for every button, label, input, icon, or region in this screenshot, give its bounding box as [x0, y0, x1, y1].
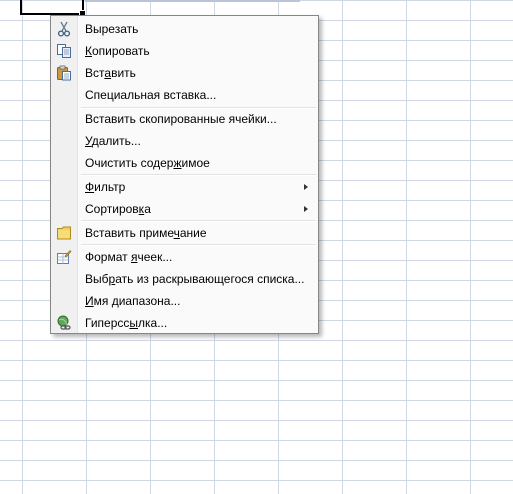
copy-icon	[55, 43, 73, 59]
menu-item-clear-contents-label: Очистить содержимое	[85, 156, 210, 170]
menu-item-filter[interactable]: Фильтр	[53, 176, 316, 198]
menu-item-filter-label: Фильтр	[85, 180, 126, 194]
format-cells-icon	[55, 249, 73, 265]
menu-item-paste[interactable]: Вставить	[53, 62, 316, 84]
menu-item-insert-copied-cells-label: Вставить скопированные ячейки...	[85, 112, 277, 126]
menu-item-pick-from-list[interactable]: Выбрать из раскрывающегося списка...	[53, 268, 316, 290]
sheet-top-edge	[85, 0, 300, 2]
menu-item-name-range-label: Имя диапазона...	[85, 294, 181, 308]
menu-item-sort[interactable]: Сортировка	[53, 198, 316, 220]
menu-item-hyperlink-label: Гиперссылка...	[85, 316, 168, 330]
menu-item-insert-comment[interactable]: Вставить примечание	[53, 222, 316, 244]
menu-item-copy-label: Копировать	[85, 44, 150, 58]
submenu-arrow-icon	[304, 206, 308, 212]
menu-item-paste-label: Вставить	[85, 66, 136, 80]
menu-item-insert-comment-label: Вставить примечание	[85, 226, 207, 240]
menu-item-format-cells[interactable]: Формат ячеек...	[53, 246, 316, 268]
menu-item-format-cells-label: Формат ячеек...	[85, 250, 173, 264]
menu-item-delete[interactable]: Удалить...	[53, 130, 316, 152]
comment-icon	[55, 225, 73, 241]
menu-item-clear-contents[interactable]: Очистить содержимое	[53, 152, 316, 174]
menu-item-paste-special-label: Специальная вставка...	[85, 88, 217, 102]
active-cell-selection[interactable]	[20, 0, 86, 17]
menu-item-sort-label: Сортировка	[85, 202, 151, 216]
hyperlink-icon	[55, 315, 73, 331]
paste-icon	[55, 65, 73, 81]
menu-item-cut-label: Вырезать	[85, 22, 139, 36]
menu-item-pick-from-list-label: Выбрать из раскрывающегося списка...	[85, 272, 305, 286]
menu-item-insert-copied-cells[interactable]: Вставить скопированные ячейки...	[53, 108, 316, 130]
menu-item-name-range[interactable]: Имя диапазона...	[53, 290, 316, 312]
submenu-arrow-icon	[304, 184, 308, 190]
menu-item-paste-special[interactable]: Специальная вставка...	[53, 84, 316, 106]
context-menu: Вырезать Копировать Вставить Специальная…	[50, 15, 319, 334]
scissors-icon	[55, 21, 73, 37]
menu-item-delete-label: Удалить...	[85, 134, 141, 148]
menu-item-cut[interactable]: Вырезать	[53, 18, 316, 40]
menu-item-copy[interactable]: Копировать	[53, 40, 316, 62]
menu-item-hyperlink[interactable]: Гиперссылка...	[53, 312, 316, 334]
